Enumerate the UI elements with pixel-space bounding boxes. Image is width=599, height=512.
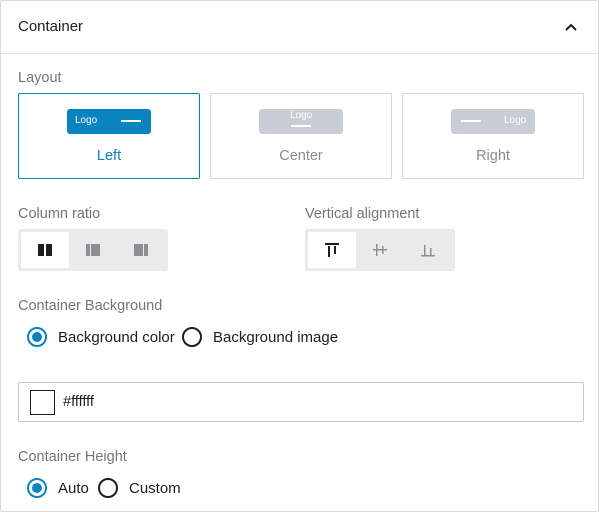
color-hex-value[interactable]: #ffffff xyxy=(63,394,94,410)
preview-menu-line xyxy=(291,125,311,127)
chevron-up-icon[interactable] xyxy=(564,20,578,34)
layout-option-label: Left xyxy=(96,148,122,164)
preview-menu-line xyxy=(121,120,141,122)
container-height-label: Container Height xyxy=(18,449,127,465)
align-bottom-button[interactable] xyxy=(404,232,452,268)
layout-label: Layout xyxy=(18,70,62,86)
layout-option-left[interactable]: Logo Left xyxy=(18,93,200,179)
vertical-alignment-label: Vertical alignment xyxy=(305,206,420,222)
layout-preview-right: Logo xyxy=(451,109,535,134)
preview-menu-line xyxy=(461,120,481,122)
panel-title: Container xyxy=(18,18,84,35)
container-settings-panel: Container Layout Logo Left Logo Center L… xyxy=(0,0,599,512)
layout-option-label: Center xyxy=(279,148,323,164)
container-background-label: Container Background xyxy=(18,298,163,314)
panel-header[interactable]: Container xyxy=(1,1,598,54)
background-image-radio[interactable] xyxy=(182,327,202,347)
layout-option-right[interactable]: Logo Right xyxy=(402,93,584,179)
layout-preview-center: Logo xyxy=(259,109,343,134)
column-ratio-label: Column ratio xyxy=(18,206,101,222)
height-auto-radio[interactable] xyxy=(27,478,47,498)
background-color-field[interactable]: #ffffff xyxy=(18,382,584,422)
preview-logo-text: Logo xyxy=(504,115,527,126)
column-ratio-wide-left-button[interactable] xyxy=(69,232,117,268)
height-auto-radio-label[interactable]: Auto xyxy=(58,480,89,497)
height-custom-radio[interactable] xyxy=(98,478,118,498)
vertical-alignment-group xyxy=(305,229,455,271)
background-color-radio[interactable] xyxy=(27,327,47,347)
color-swatch[interactable] xyxy=(30,390,55,415)
preview-logo-text: Logo xyxy=(75,115,98,126)
height-custom-radio-label[interactable]: Custom xyxy=(129,480,181,497)
column-ratio-wide-right-button[interactable] xyxy=(117,232,165,268)
layout-option-label: Right xyxy=(476,148,510,164)
preview-logo-text: Logo xyxy=(290,110,313,121)
align-top-button[interactable] xyxy=(308,232,356,268)
align-middle-button[interactable] xyxy=(356,232,404,268)
column-ratio-equal-button[interactable] xyxy=(21,232,69,268)
layout-option-center[interactable]: Logo Center xyxy=(210,93,392,179)
background-image-radio-label[interactable]: Background image xyxy=(213,329,338,346)
background-color-radio-label[interactable]: Background color xyxy=(58,329,175,346)
layout-preview-left: Logo xyxy=(67,109,151,134)
column-ratio-group xyxy=(18,229,168,271)
